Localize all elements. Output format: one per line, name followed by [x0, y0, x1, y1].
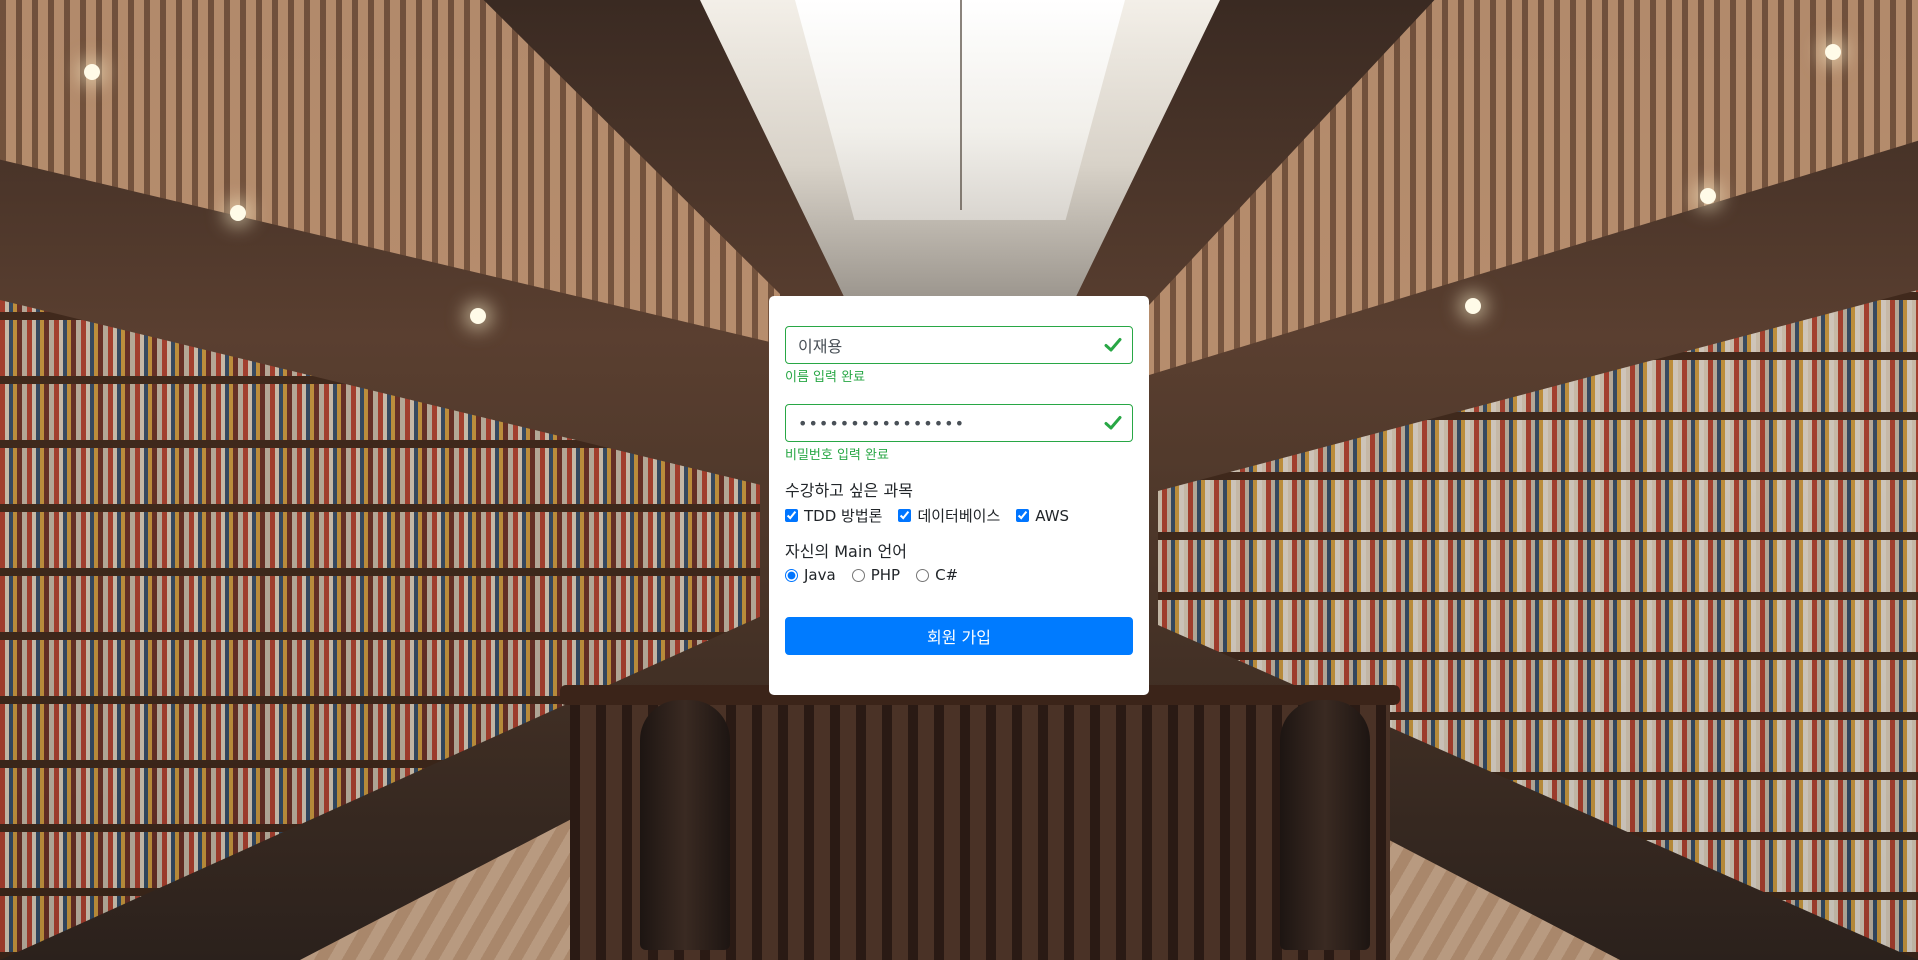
course-option-tdd[interactable]: TDD 방법론	[785, 505, 882, 526]
language-radio-csharp[interactable]	[916, 568, 930, 582]
language-option-label: C#	[935, 566, 959, 584]
name-feedback: 이름 입력 완료	[785, 370, 866, 385]
course-checkbox-aws[interactable]	[1016, 509, 1030, 522]
password-field-wrapper	[785, 404, 1133, 442]
ceiling-lamp	[470, 308, 486, 324]
chandelier	[960, 0, 1002, 210]
password-feedback: 비밀번호 입력 완료	[785, 448, 889, 463]
ceiling-lamp	[1700, 188, 1716, 204]
language-option-php[interactable]: PHP	[851, 566, 901, 584]
course-option-label: TDD 방법론	[804, 507, 883, 525]
course-checkbox-database[interactable]	[898, 509, 912, 522]
language-radio-php[interactable]	[851, 568, 865, 582]
signup-button[interactable]: 회원 가입	[785, 617, 1133, 655]
ceiling-lamp	[1465, 298, 1481, 314]
ceiling-lamp	[230, 205, 246, 221]
course-option-label: 데이터베이스	[917, 507, 1001, 525]
check-icon	[1104, 416, 1122, 430]
courses-options: TDD 방법론 데이터베이스 AWS	[785, 505, 1133, 526]
language-radio-java[interactable]	[785, 568, 798, 582]
language-option-java[interactable]: Java	[785, 566, 836, 584]
name-field-wrapper	[785, 326, 1133, 364]
course-option-database[interactable]: 데이터베이스	[898, 505, 1000, 526]
language-option-label: Java	[804, 566, 836, 584]
courses-label: 수강하고 싶은 과목	[785, 481, 913, 500]
language-options: Java PHP C#	[785, 566, 1133, 584]
language-option-label: PHP	[870, 566, 901, 584]
course-checkbox-tdd[interactable]	[785, 509, 798, 522]
language-option-csharp[interactable]: C#	[916, 566, 958, 584]
ceiling-lamp	[84, 64, 100, 80]
newel-post-right	[1280, 700, 1370, 950]
newel-post-left	[640, 700, 730, 950]
signup-card: 이름 입력 완료 비밀번호 입력 완료 수강하고 싶은 과목 TDD 방법론 데…	[769, 296, 1149, 695]
password-input[interactable]	[786, 405, 1132, 441]
check-icon	[1104, 338, 1122, 352]
name-input[interactable]	[786, 327, 1132, 363]
ceiling-lamp	[1825, 44, 1841, 60]
course-option-label: AWS	[1035, 506, 1070, 525]
language-label: 자신의 Main 언어	[785, 542, 907, 561]
course-option-aws[interactable]: AWS	[1016, 507, 1069, 525]
